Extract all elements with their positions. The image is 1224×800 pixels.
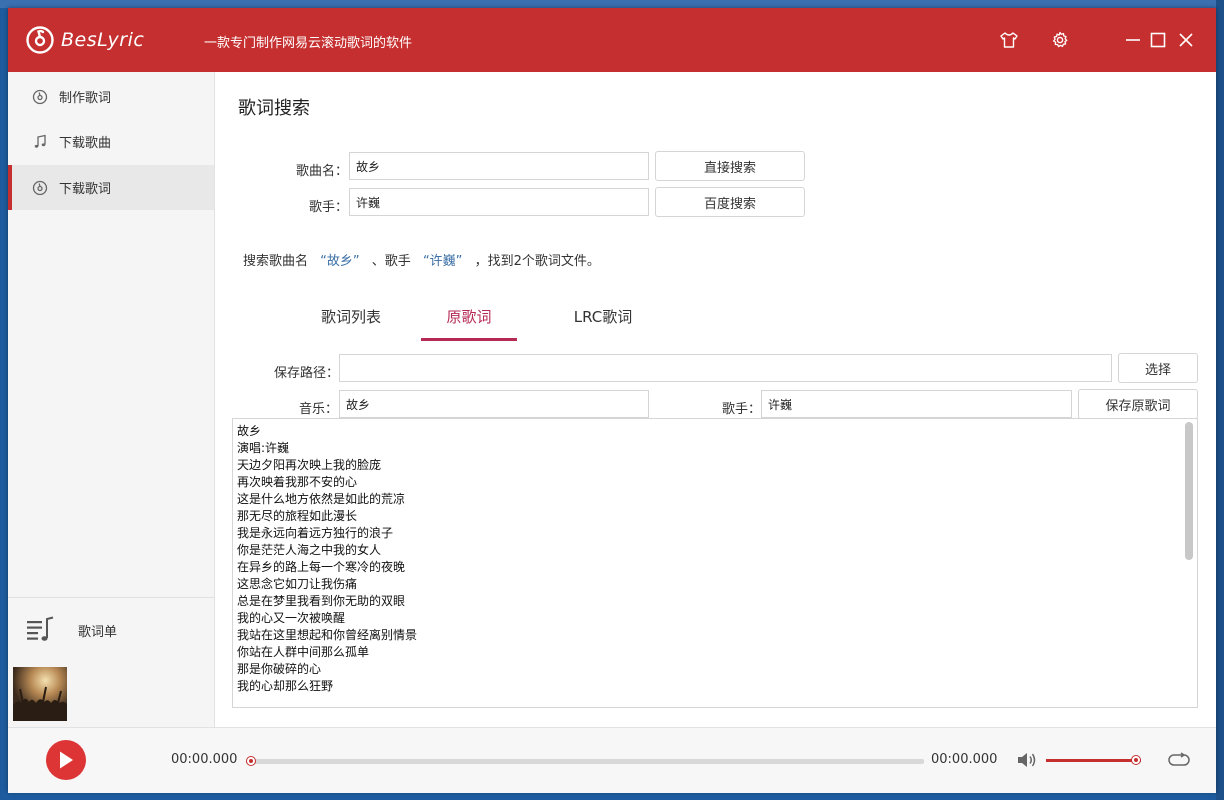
desktop-background-right: [1216, 0, 1224, 800]
current-time: 00:00.000: [171, 752, 238, 767]
volume-icon[interactable]: [1016, 750, 1038, 774]
playlist-label: 歌词单: [78, 624, 118, 640]
direct-search-button[interactable]: 直接搜索: [655, 151, 805, 181]
active-tab-indicator: [421, 338, 517, 341]
maximize-icon[interactable]: [1146, 28, 1170, 52]
search-result-text: 搜索歌曲名 “故乡” 、歌手 “许巍” ，找到2个歌词文件。: [243, 250, 600, 269]
result-artist: “许巍”: [422, 254, 463, 269]
sidebar-item-make-lyrics[interactable]: 制作歌词: [8, 74, 214, 119]
sidebar-item-label: 下载歌词: [59, 182, 112, 197]
volume-slider[interactable]: [1046, 755, 1141, 765]
result-song: “故乡”: [320, 254, 360, 269]
download-lyrics-icon: [32, 180, 48, 196]
detail-artist-label: 歌手：: [721, 402, 761, 417]
result-mid: 、歌手: [371, 254, 411, 269]
app-name: BesLyric: [61, 29, 145, 51]
close-icon[interactable]: [1174, 28, 1198, 52]
lyrics-content: 故乡 演唱:许巍 天边夕阳再次映上我的脸庞 再次映着我那不安的心 这是什么地方依…: [237, 424, 418, 693]
sidebar-item-download-songs[interactable]: 下载歌曲: [8, 119, 214, 164]
baidu-search-button[interactable]: 百度搜索: [655, 187, 805, 217]
lyrics-textarea[interactable]: 故乡 演唱:许巍 天边夕阳再次映上我的脸庞 再次映着我那不安的心 这是什么地方依…: [232, 418, 1198, 708]
artist-label: 歌手：: [308, 200, 348, 215]
progress-slider[interactable]: [246, 756, 924, 766]
choose-path-button[interactable]: 选择: [1118, 353, 1198, 383]
make-lyrics-icon: [32, 89, 48, 105]
play-icon: [60, 751, 73, 769]
volume-knob[interactable]: [1131, 755, 1141, 765]
save-path-label: 保存路径：: [273, 366, 339, 381]
player-bar: 00:00.000 00:00.000: [8, 727, 1216, 793]
sidebar-item-label: 下载歌曲: [59, 136, 112, 151]
save-original-lyrics-button[interactable]: 保存原歌词: [1078, 389, 1198, 419]
artist-input[interactable]: [349, 188, 649, 216]
skin-shirt-icon[interactable]: [997, 28, 1021, 52]
save-path-input[interactable]: [339, 354, 1112, 382]
play-button[interactable]: [46, 740, 86, 780]
netease-logo-icon: [26, 26, 54, 54]
song-name-label: 歌曲名：: [295, 164, 348, 179]
sidebar-item-label: 制作歌词: [59, 91, 112, 106]
song-name-input[interactable]: [349, 152, 649, 180]
progress-knob[interactable]: [246, 756, 256, 766]
loop-mode-icon[interactable]: [1167, 750, 1191, 774]
total-time: 00:00.000: [931, 752, 998, 767]
tab-original-lyrics[interactable]: 原歌词: [421, 296, 517, 336]
playlist-icon: [24, 614, 56, 646]
minimize-icon[interactable]: [1121, 28, 1145, 52]
sidebar: 制作歌词 下载歌曲 下载歌词 歌词单: [8, 72, 215, 727]
sidebar-playlist[interactable]: 歌词单: [8, 597, 214, 662]
app-window: BesLyric 一款专门制作网易云滚动歌词的软件 制作歌词 下载歌曲 下载歌词…: [8, 8, 1216, 793]
tab-lrc-lyrics[interactable]: LRC歌词: [555, 296, 651, 336]
music-note-icon: [32, 134, 48, 150]
album-art[interactable]: [13, 667, 67, 721]
lyrics-scrollbar[interactable]: [1185, 422, 1193, 560]
music-label: 音乐：: [298, 402, 338, 417]
title-bar[interactable]: BesLyric 一款专门制作网易云滚动歌词的软件: [8, 8, 1216, 72]
result-prefix: 搜索歌曲名: [243, 254, 309, 269]
music-input[interactable]: [339, 390, 649, 418]
page-title: 歌词搜索: [238, 98, 310, 119]
tab-lyrics-list[interactable]: 歌词列表: [303, 296, 399, 336]
desktop-background-top: [0, 0, 1224, 8]
result-suffix: ，找到2个歌词文件。: [474, 254, 600, 269]
app-tagline: 一款专门制作网易云滚动歌词的软件: [204, 36, 413, 51]
settings-gear-icon[interactable]: [1048, 28, 1072, 52]
main-panel: 歌词搜索 歌曲名： 直接搜索 歌手： 百度搜索 搜索歌曲名 “故乡” 、歌手 “…: [215, 72, 1216, 727]
detail-artist-input[interactable]: [761, 390, 1072, 418]
sidebar-item-download-lyrics[interactable]: 下载歌词: [8, 165, 214, 210]
